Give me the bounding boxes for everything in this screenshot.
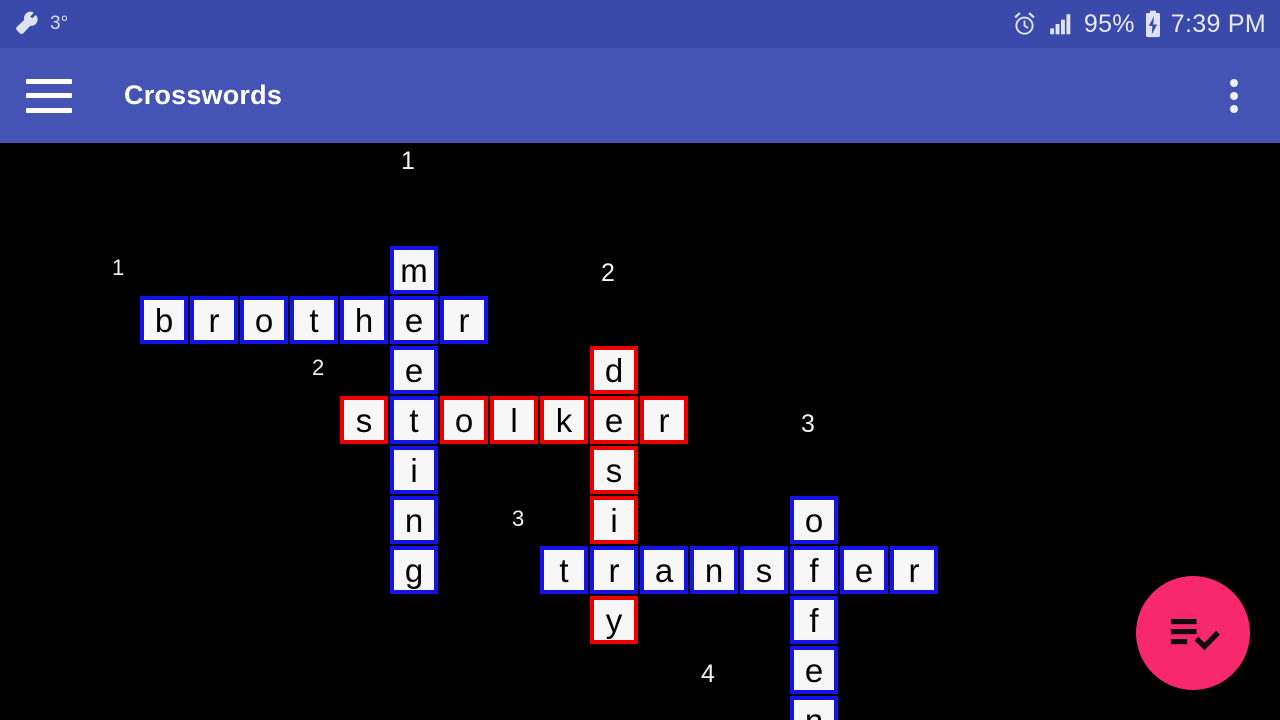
- crossword-cell[interactable]: t: [540, 546, 588, 594]
- crossword-cell[interactable]: e: [390, 296, 438, 344]
- hamburger-menu-icon[interactable]: [26, 78, 72, 113]
- crossword-cell[interactable]: o: [240, 296, 288, 344]
- clue-number-label: 3: [801, 410, 815, 438]
- clue-number-label: 2: [601, 259, 615, 287]
- crossword-cell[interactable]: y: [590, 596, 638, 644]
- crossword-cell[interactable]: r: [190, 296, 238, 344]
- crossword-cell[interactable]: h: [340, 296, 388, 344]
- status-bar-right: 95% 7:39 PM: [1011, 10, 1266, 39]
- crossword-cell[interactable]: r: [890, 546, 938, 594]
- app-bar: Crosswords: [0, 48, 1280, 143]
- crossword-cell[interactable]: s: [590, 446, 638, 494]
- page-title: Crosswords: [124, 80, 283, 110]
- crossword-cell[interactable]: t: [390, 396, 438, 444]
- crossword-cell[interactable]: n: [690, 546, 738, 594]
- crossword-cell[interactable]: s: [740, 546, 788, 594]
- crossword-cell[interactable]: r: [590, 546, 638, 594]
- crossword-cell[interactable]: t: [290, 296, 338, 344]
- clue-number-label: 1: [112, 255, 125, 280]
- crossword-cell[interactable]: n: [390, 496, 438, 544]
- crossword-cell[interactable]: o: [440, 396, 488, 444]
- crossword-cell[interactable]: i: [390, 446, 438, 494]
- wrench-icon: [14, 11, 40, 37]
- crossword-cell[interactable]: m: [390, 246, 438, 294]
- crossword-cell[interactable]: b: [140, 296, 188, 344]
- crossword-cell[interactable]: e: [390, 346, 438, 394]
- crossword-cell[interactable]: i: [590, 496, 638, 544]
- alarm-clock-icon: [1011, 11, 1038, 38]
- crossword-cell[interactable]: r: [440, 296, 488, 344]
- crossword-cell[interactable]: e: [790, 646, 838, 694]
- clock-text: 7:39 PM: [1170, 9, 1266, 38]
- overflow-menu-icon[interactable]: [1214, 73, 1254, 119]
- crossword-cell[interactable]: g: [390, 546, 438, 594]
- crossword-cell[interactable]: r: [640, 396, 688, 444]
- crossword-cell[interactable]: e: [590, 396, 638, 444]
- crossword-board[interactable]: mbrotheredstolkerisniogtransferyfenad112…: [0, 143, 1280, 720]
- crossword-cell[interactable]: a: [640, 546, 688, 594]
- playlist-add-check-icon: [1165, 605, 1221, 661]
- status-bar-left: 3°: [14, 11, 68, 37]
- crossword-cell[interactable]: d: [590, 346, 638, 394]
- clue-number-label: 1: [401, 147, 415, 175]
- signal-bars-icon: [1047, 11, 1075, 37]
- battery-percent-text: 95%: [1083, 9, 1135, 38]
- status-bar: 3° 95% 7:39 PM: [0, 0, 1280, 48]
- crossword-cell[interactable]: f: [790, 546, 838, 594]
- clue-number-label: 2: [312, 355, 325, 380]
- clue-number-label: 4: [701, 660, 715, 688]
- crossword-cell[interactable]: l: [490, 396, 538, 444]
- crossword-cell[interactable]: s: [340, 396, 388, 444]
- clue-number-label: 3: [512, 506, 525, 531]
- battery-charging-icon: [1144, 10, 1162, 38]
- crossword-cell[interactable]: e: [840, 546, 888, 594]
- temperature-text: 3°: [50, 13, 69, 34]
- crossword-cell[interactable]: o: [790, 496, 838, 544]
- crossword-cell[interactable]: f: [790, 596, 838, 644]
- crossword-cell[interactable]: k: [540, 396, 588, 444]
- check-answers-fab[interactable]: [1136, 576, 1250, 690]
- crossword-cell[interactable]: n: [790, 696, 838, 720]
